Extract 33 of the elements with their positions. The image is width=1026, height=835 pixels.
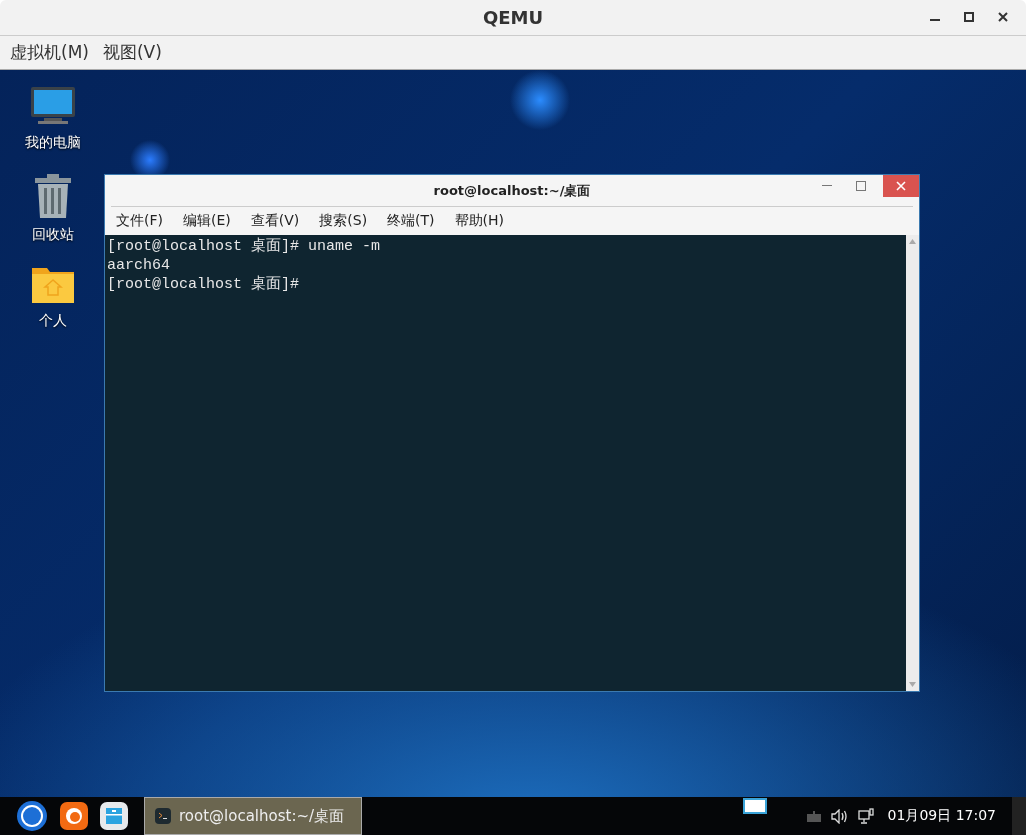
monitor-icon[interactable]: [30, 86, 76, 126]
network-icon[interactable]: [857, 808, 874, 824]
terminal-line: aarch64: [107, 256, 171, 275]
desktop-icon-label[interactable]: 回收站: [32, 226, 74, 244]
start-menu-icon[interactable]: [16, 800, 48, 832]
volume-icon[interactable]: [830, 808, 848, 824]
close-icon[interactable]: [997, 11, 1009, 23]
trash-icon[interactable]: [33, 174, 73, 218]
menu-item[interactable]: 搜索(S): [319, 212, 368, 230]
menu-item[interactable]: 查看(V): [250, 212, 300, 230]
maximize-icon[interactable]: [963, 11, 975, 23]
terminal-screen[interactable]: [root@localhost 桌面]# uname -m aarch64 [root@localhost 桌面]#: [105, 235, 906, 691]
close-icon: [896, 181, 906, 191]
terminal-icon: [155, 808, 171, 824]
menu-item[interactable]: 文件(F): [116, 212, 163, 230]
menu-item[interactable]: 编辑(E): [183, 212, 231, 230]
terminal-title: root@localhost:~/桌面: [433, 181, 591, 200]
desktop-icon-label[interactable]: 个人: [39, 312, 67, 330]
terminal-line: [root@localhost 桌面]# uname -m: [107, 237, 382, 256]
menu-item[interactable]: 虚拟机(M): [10, 41, 89, 64]
menu-item[interactable]: 帮助(H): [454, 212, 505, 230]
close-button[interactable]: [883, 175, 919, 197]
desktop-icon-label[interactable]: 我的电脑: [25, 134, 81, 152]
browser-icon[interactable]: [60, 802, 88, 830]
home-folder-icon[interactable]: [31, 266, 75, 304]
window-title: QEMU: [482, 7, 544, 28]
menu-item[interactable]: 视图(V): [102, 41, 162, 64]
menu-item[interactable]: 终端(T): [387, 212, 435, 230]
taskbar-task[interactable]: root@localhost:~/桌面: [144, 797, 362, 835]
clock[interactable]: 01月09日 17:07: [887, 807, 996, 825]
workspace-indicator[interactable]: [743, 798, 767, 814]
terminal-line: [root@localhost 桌面]#: [107, 275, 301, 294]
file-manager-icon[interactable]: [100, 802, 128, 830]
